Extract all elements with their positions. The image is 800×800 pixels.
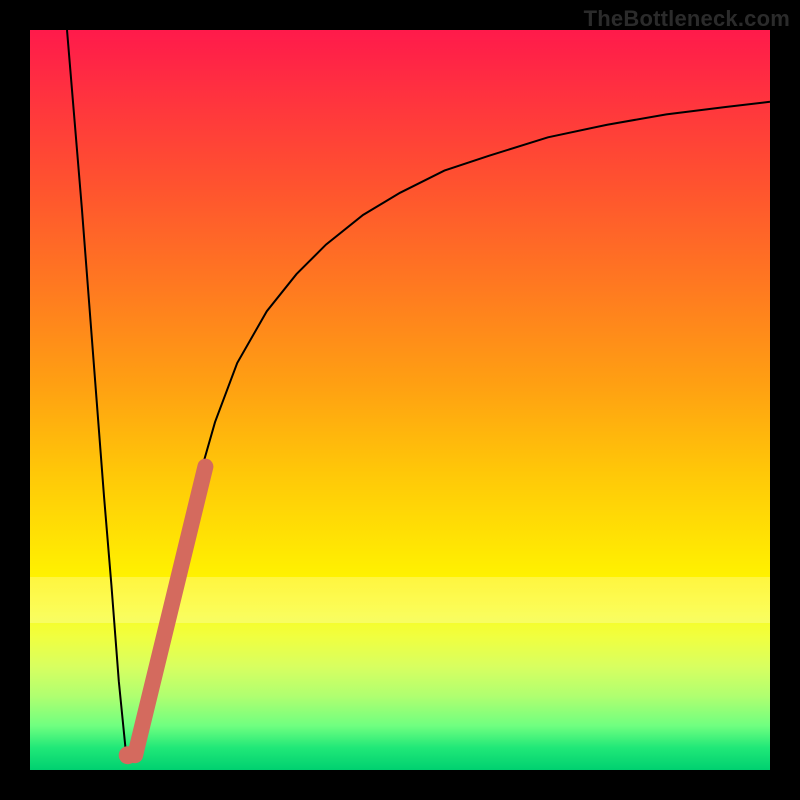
highlight-dot-icon <box>119 746 137 764</box>
curve-left-branch <box>67 30 126 755</box>
curve-right-branch <box>126 102 770 755</box>
plot-area <box>30 30 770 770</box>
chart-svg <box>30 30 770 770</box>
watermark-text: TheBottleneck.com <box>584 6 790 32</box>
highlight-segment <box>135 467 205 756</box>
chart-frame: TheBottleneck.com <box>0 0 800 800</box>
